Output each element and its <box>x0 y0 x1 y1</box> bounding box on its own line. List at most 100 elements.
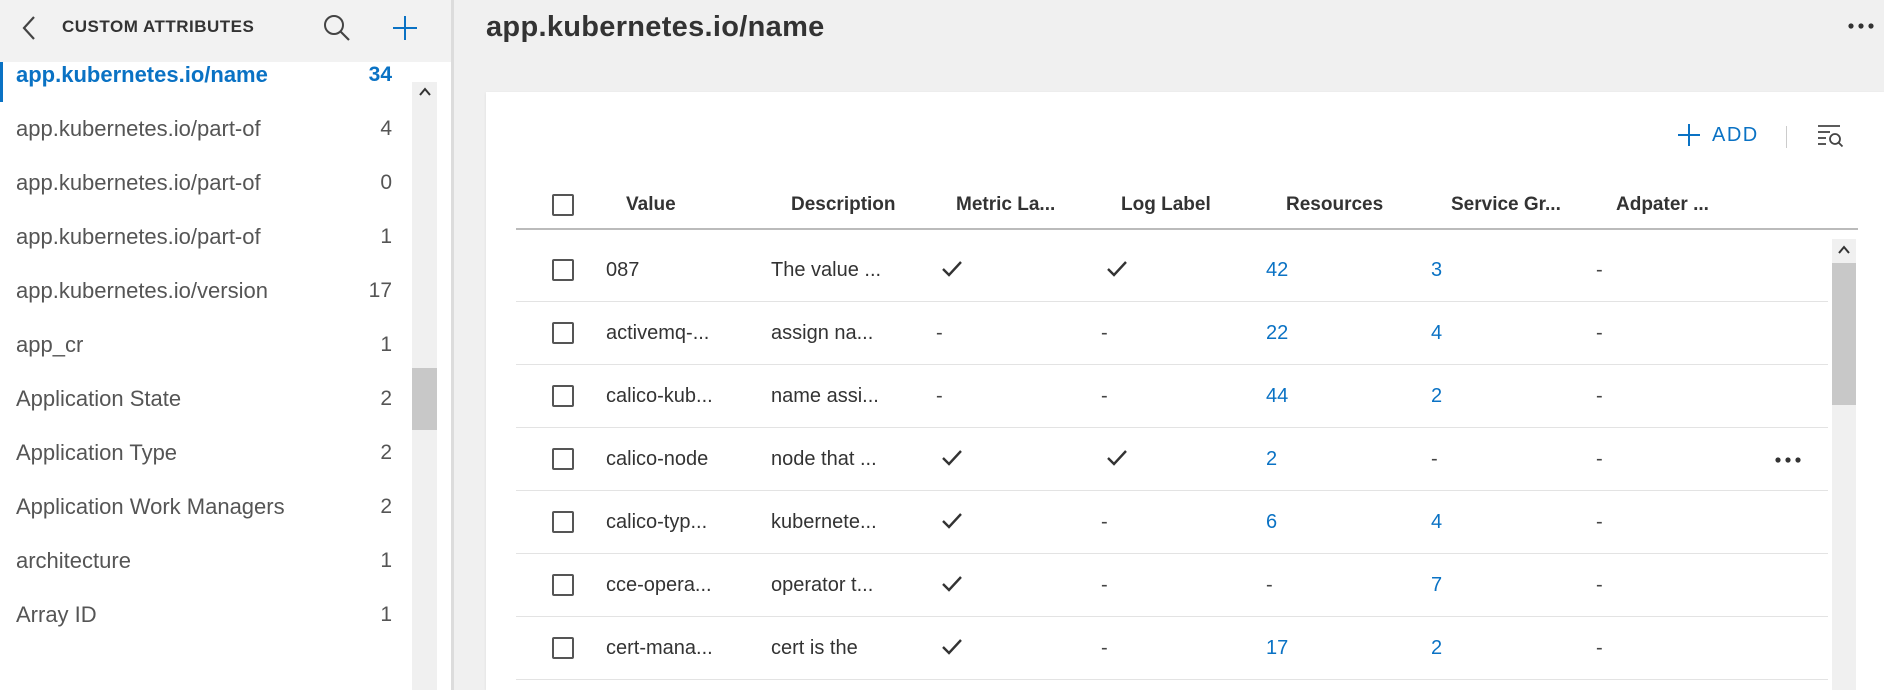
cell-value: cert-mana... <box>606 637 713 659</box>
cell-resources[interactable]: 17 <box>1266 617 1288 680</box>
scroll-up-icon[interactable] <box>418 86 432 98</box>
sidebar-item[interactable]: app.kubernetes.io/part-of 0 <box>0 156 412 210</box>
sidebar-item-count: 1 <box>380 603 392 626</box>
sidebar-item-label: app.kubernetes.io/part-of <box>16 224 261 249</box>
filter-search-icon[interactable] <box>1816 122 1844 148</box>
sidebar-item-label: app_cr <box>16 332 84 357</box>
sidebar-item[interactable]: app.kubernetes.io/version 17 <box>0 264 412 318</box>
sidebar-item-count: 34 <box>368 63 392 86</box>
sidebar-item[interactable]: app.kubernetes.io/part-of 4 <box>0 102 412 156</box>
table-header: Value Description Metric La... Log Label… <box>516 182 1858 230</box>
cell-service[interactable]: 4 <box>1431 302 1442 365</box>
cell-value: activemq-... <box>606 322 710 344</box>
column-header-service-groups[interactable]: Service Gr... <box>1451 182 1561 228</box>
row-checkbox[interactable] <box>552 259 574 281</box>
cell-value: calico-node <box>606 448 709 470</box>
row-checkbox[interactable] <box>552 448 574 470</box>
table-row[interactable]: 087 The value ... 42 3 - <box>516 239 1828 302</box>
cell-description: node that ... <box>771 448 877 470</box>
row-checkbox[interactable] <box>552 511 574 533</box>
sidebar-item[interactable]: Application State 2 <box>0 372 412 426</box>
sidebar-item-label: app.kubernetes.io/name <box>16 62 268 87</box>
sidebar-item[interactable]: app.kubernetes.io/name 34 <box>0 62 412 102</box>
cell-log: - <box>1101 637 1108 659</box>
cell-description: operator t... <box>771 574 874 596</box>
column-header-adapter[interactable]: Adpater ... <box>1616 182 1709 228</box>
table-scrollbar[interactable] <box>1832 239 1856 690</box>
sidebar-item[interactable]: app_cr 1 <box>0 318 412 372</box>
cell-resources[interactable]: 2 <box>1266 428 1277 491</box>
cell-resources[interactable]: 6 <box>1266 491 1277 554</box>
column-header-resources[interactable]: Resources <box>1286 182 1383 228</box>
sidebar: CUSTOM ATTRIBUTES app.kubernetes.io/name… <box>0 0 454 690</box>
checkmark-icon <box>940 448 964 468</box>
sidebar-item-label: Application Work Managers <box>16 494 285 519</box>
sidebar-item-count: 4 <box>380 117 392 140</box>
table-body: 087 The value ... 42 3- activemq-... assign n… <box>516 239 1828 690</box>
cell-log: - <box>1101 511 1108 533</box>
column-header-description[interactable]: Description <box>791 182 896 228</box>
checkmark-icon <box>940 259 964 279</box>
add-button-label: ADD <box>1712 123 1759 146</box>
sidebar-title: CUSTOM ATTRIBUTES <box>62 17 255 36</box>
cell-service[interactable]: 3 <box>1431 239 1442 302</box>
cell-value: 087 <box>606 259 640 281</box>
page-title: app.kubernetes.io/name <box>486 11 825 43</box>
chevron-left-icon[interactable] <box>18 14 42 42</box>
sidebar-item-label: app.kubernetes.io/version <box>16 278 268 303</box>
row-checkbox[interactable] <box>552 322 574 344</box>
cell-service[interactable]: 4 <box>1431 491 1442 554</box>
table-row[interactable]: activemq-... assign na... - - 22 4 - <box>516 302 1828 365</box>
sidebar-item[interactable]: architecture 1 <box>0 534 412 588</box>
table-row[interactable]: cce-opera... operator t... - - 7 - <box>516 554 1828 617</box>
column-header-log-label[interactable]: Log Label <box>1121 182 1211 228</box>
cell-resources[interactable]: 42 <box>1266 239 1288 302</box>
column-header-metric-label[interactable]: Metric La... <box>956 182 1055 228</box>
scrollbar-thumb[interactable] <box>412 368 437 430</box>
row-checkbox[interactable] <box>552 637 574 659</box>
table-row[interactable]: cert-mana... cert is the - 17 2 - <box>516 617 1828 680</box>
cell-value: cce-opera... <box>606 574 712 596</box>
cell-metric: - <box>936 385 943 407</box>
cell-service[interactable]: 7 <box>1431 554 1442 617</box>
select-all-checkbox[interactable] <box>552 194 574 216</box>
checkmark-icon <box>940 637 964 657</box>
sidebar-item[interactable]: Application Work Managers 2 <box>0 480 412 534</box>
sidebar-item-count: 1 <box>380 333 392 356</box>
cell-value: calico-typ... <box>606 511 708 533</box>
table-row[interactable]: calico-typ... kubernete... - 6 4 - <box>516 491 1828 554</box>
sidebar-item[interactable]: Application Type 2 <box>0 426 412 480</box>
sidebar-item-count: 2 <box>380 495 392 518</box>
cell-service[interactable]: 2 <box>1431 617 1442 680</box>
sidebar-item[interactable]: Array ID 1 <box>0 588 412 642</box>
cell-adapter: - <box>1596 385 1603 407</box>
row-checkbox[interactable] <box>552 385 574 407</box>
cell-log: - <box>1101 322 1108 344</box>
cell-resources[interactable]: 22 <box>1266 302 1288 365</box>
cell-adapter: - <box>1596 511 1603 533</box>
add-button[interactable]: ADD <box>1676 120 1759 150</box>
table-row[interactable]: calico-kub... name assi... - - 44 2 - <box>516 365 1828 428</box>
sidebar-scrollbar[interactable] <box>412 82 437 690</box>
sidebar-item[interactable]: app.kubernetes.io/part-of 1 <box>0 210 412 264</box>
checkmark-icon <box>940 574 964 594</box>
sidebar-item-label: Application Type <box>16 440 178 465</box>
cell-resources[interactable]: 44 <box>1266 365 1288 428</box>
column-header-value[interactable]: Value <box>626 182 676 228</box>
attribute-list: app.kubernetes.io/name 34 app.kubernetes.i… <box>0 62 412 690</box>
cell-description: name assi... <box>771 385 879 407</box>
row-more-icon[interactable] <box>1774 453 1802 465</box>
add-icon[interactable] <box>390 13 420 43</box>
search-icon[interactable] <box>322 13 352 43</box>
sidebar-item-label: architecture <box>16 548 131 573</box>
row-checkbox[interactable] <box>552 574 574 596</box>
more-options-icon[interactable] <box>1846 16 1876 36</box>
cell-description: The value ... <box>771 259 882 281</box>
sidebar-item-count: 1 <box>380 549 392 572</box>
scroll-up-icon[interactable] <box>1837 244 1851 256</box>
cell-description: kubernete... <box>771 511 877 533</box>
sidebar-item-count: 2 <box>380 441 392 464</box>
scrollbar-thumb[interactable] <box>1832 263 1856 405</box>
table-row[interactable]: calico-node node that ... 2 - - <box>516 428 1828 491</box>
cell-service[interactable]: 2 <box>1431 365 1442 428</box>
